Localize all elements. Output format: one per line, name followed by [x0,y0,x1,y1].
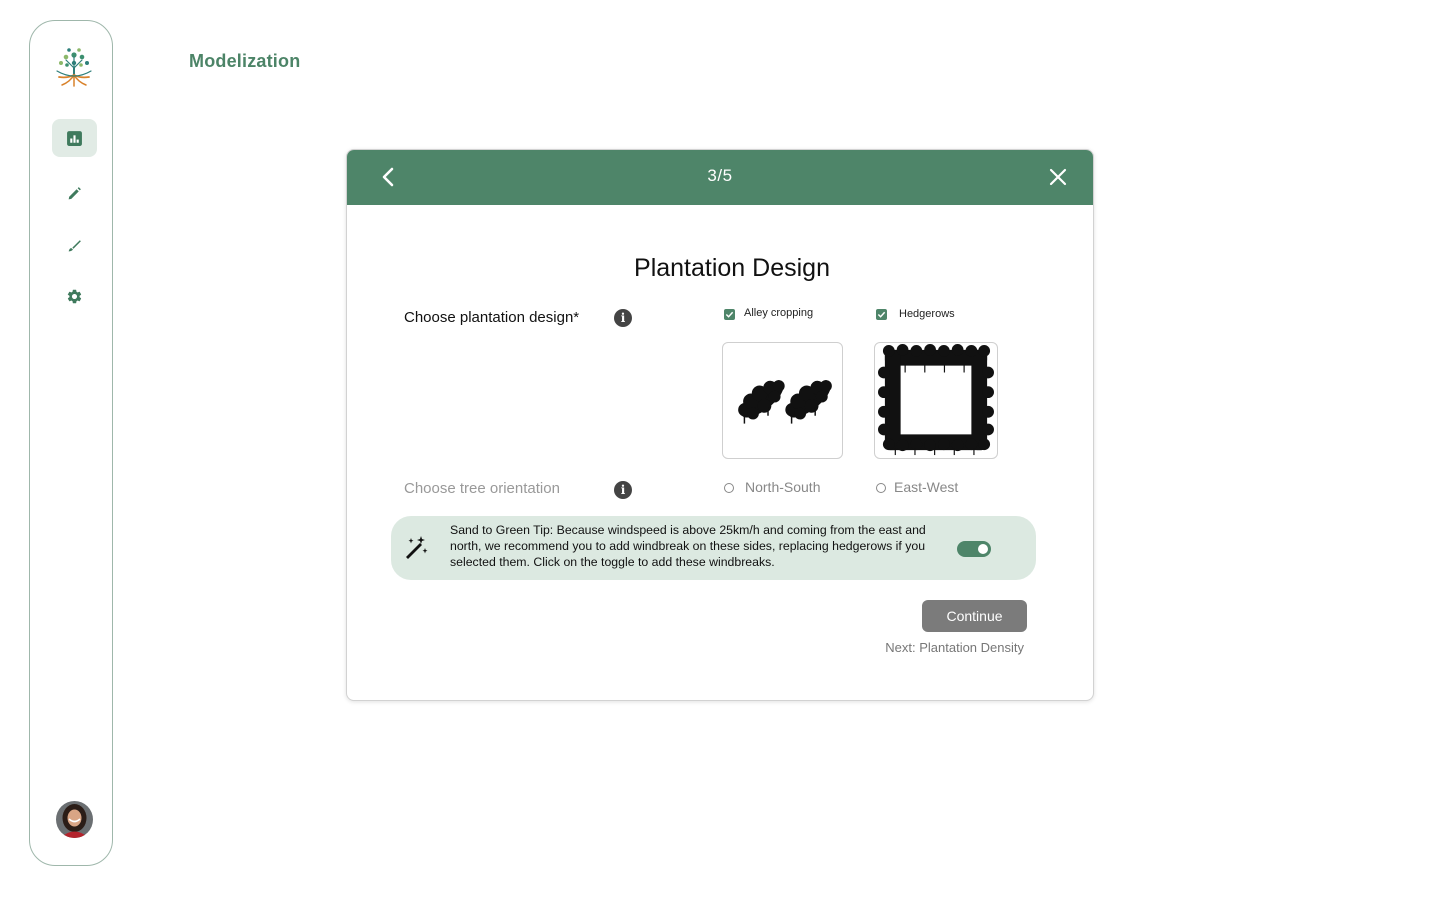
brush-icon [68,239,81,251]
continue-button[interactable]: Continue [922,600,1027,632]
sand-to-green-tip: Sand to Green Tip: Because windspeed is … [391,516,1036,580]
north-south-radio[interactable] [724,483,734,493]
pencil-icon [68,186,81,199]
hedgerows-card[interactable] [874,342,998,459]
toggle-knob [978,544,988,554]
sidebar-item-edit[interactable] [52,174,97,212]
page-title: Modelization [189,51,301,71]
alley-cropping-trees-icon [738,380,832,424]
avatar[interactable] [56,801,93,838]
orientation-label: Choose tree orientation [404,480,560,497]
tree-logo-icon[interactable] [53,45,95,89]
east-west-radio[interactable] [876,483,886,493]
step-indicator: 3/5 [707,166,733,185]
design-info-icon[interactable]: i [614,309,632,327]
modal-header: 3/5 [347,150,1093,205]
sidebar-item-dashboard[interactable] [52,119,97,157]
modal-title: Plantation Design [634,254,830,282]
checkmark-icon [725,311,734,318]
chart-icon [67,130,82,146]
sidebar-item-settings[interactable] [52,277,97,315]
plantation-design-modal: 3/5 Plantation Design Choose plantation … [346,149,1094,701]
sidebar [29,20,113,866]
east-west-label: East-West [894,479,959,495]
tip-text: Sand to Green Tip: Because windspeed is … [450,523,926,569]
north-south-label: North-South [745,479,821,495]
hedgerows-checkbox[interactable] [876,309,887,320]
next-step-text: Next: Plantation Density [885,640,1024,655]
sidebar-item-draw[interactable] [52,226,97,264]
close-button[interactable] [1047,166,1069,188]
design-label: Choose plantation design* [404,309,580,326]
gear-icon [67,289,82,303]
magic-wand-icon [403,535,429,561]
hedgerows-label: Hedgerows [899,308,955,320]
hedgerows-trees-icon [878,343,994,456]
alley-cropping-checkbox[interactable] [724,309,735,320]
alley-cropping-card[interactable] [722,342,843,459]
checkmark-icon [877,311,886,318]
windbreak-toggle[interactable] [957,541,991,557]
alley-cropping-label: Alley cropping [744,307,814,319]
orientation-info-icon[interactable]: i [614,481,632,499]
close-icon [1049,168,1067,186]
